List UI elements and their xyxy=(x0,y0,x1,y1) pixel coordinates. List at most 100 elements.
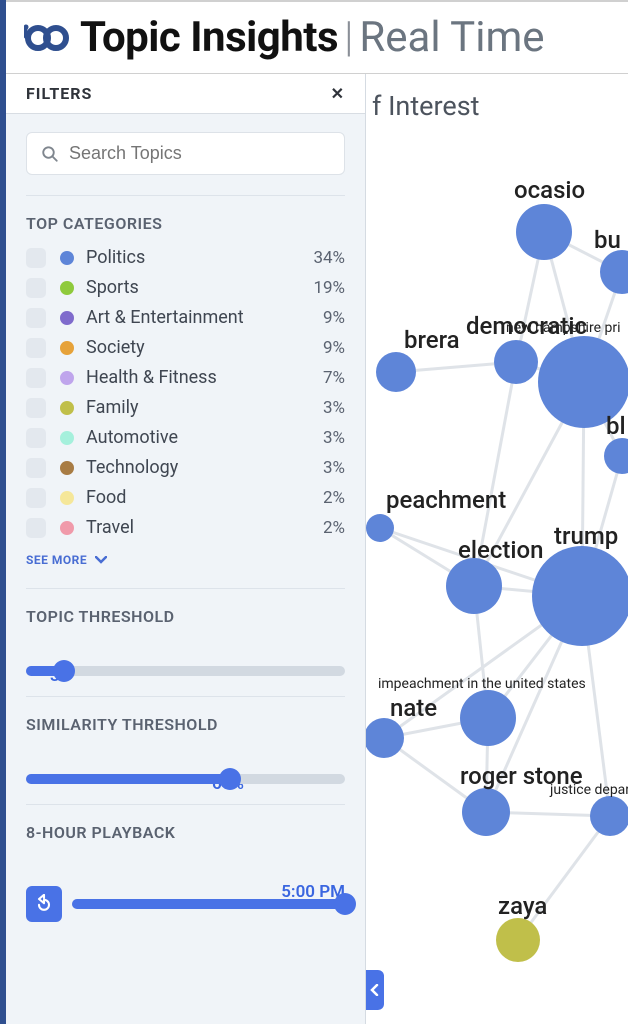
app-header: Topic Insights | Real Time xyxy=(6,0,628,74)
top-categories-label: TOP CATEGORIES xyxy=(26,214,345,233)
category-checkbox[interactable] xyxy=(26,398,46,418)
category-color-dot xyxy=(60,281,74,295)
category-row: Society 9% xyxy=(26,337,345,358)
graph-node-label: impeachment in the united states xyxy=(378,676,586,692)
topic-threshold-slider[interactable] xyxy=(26,666,345,676)
page-title: Topic Insights xyxy=(80,13,338,62)
category-checkbox[interactable] xyxy=(26,248,46,268)
chevron-left-icon xyxy=(370,984,380,996)
category-row: Art & Entertainment 9% xyxy=(26,307,345,328)
graph-node-label: peachment xyxy=(386,486,506,514)
title-separator: | xyxy=(344,13,353,62)
topic-graph[interactable]: f Interest ocasiobudemocraticbreranew ha… xyxy=(366,74,628,1024)
graph-node[interactable] xyxy=(366,514,394,542)
category-percent: 7% xyxy=(323,368,345,388)
search-icon xyxy=(41,145,59,163)
graph-node-label: bl xyxy=(606,412,626,440)
category-name: Art & Entertainment xyxy=(86,307,244,328)
search-topic-container[interactable] xyxy=(26,132,345,175)
graph-node[interactable] xyxy=(460,690,516,746)
category-row: Travel 2% xyxy=(26,517,345,538)
category-name: Food xyxy=(86,487,126,508)
close-icon[interactable]: ✕ xyxy=(331,84,345,103)
category-name: Automotive xyxy=(86,427,178,448)
category-checkbox[interactable] xyxy=(26,368,46,388)
see-more-button[interactable]: SEE MORE xyxy=(26,553,107,567)
category-name: Technology xyxy=(86,457,178,478)
graph-node-label: justice depart xyxy=(549,782,628,798)
category-color-dot xyxy=(60,251,74,265)
playback-label: 8-HOUR PLAYBACK xyxy=(26,823,345,842)
category-color-dot xyxy=(60,371,74,385)
graph-node[interactable] xyxy=(600,250,628,294)
category-percent: 3% xyxy=(323,428,345,448)
category-name: Politics xyxy=(86,247,145,268)
category-row: Sports 19% xyxy=(26,277,345,298)
category-percent: 3% xyxy=(323,458,345,478)
category-checkbox[interactable] xyxy=(26,428,46,448)
graph-node[interactable] xyxy=(516,204,572,260)
category-color-dot xyxy=(60,311,74,325)
page-subtitle: Real Time xyxy=(359,13,544,62)
graph-node-label: trump xyxy=(554,522,618,550)
category-percent: 3% xyxy=(323,398,345,418)
graph-edge xyxy=(518,816,610,940)
graph-node-label: zaya xyxy=(498,892,547,920)
filters-header: FILTERS ✕ xyxy=(6,74,365,114)
replay-icon xyxy=(34,894,54,914)
category-color-dot xyxy=(60,521,74,535)
graph-node-label: nate xyxy=(390,694,437,722)
graph-node[interactable] xyxy=(590,796,628,836)
search-input[interactable] xyxy=(69,143,330,164)
category-checkbox[interactable] xyxy=(26,458,46,478)
category-row: Health & Fitness 7% xyxy=(26,367,345,388)
category-checkbox[interactable] xyxy=(26,518,46,538)
category-color-dot xyxy=(60,461,74,475)
graph-node[interactable] xyxy=(366,718,404,758)
category-checkbox[interactable] xyxy=(26,278,46,298)
category-checkbox[interactable] xyxy=(26,488,46,508)
filters-sidebar: FILTERS ✕ TOP CATEGORIES Politics 34% Spor… xyxy=(6,74,366,1024)
category-percent: 34% xyxy=(313,248,345,268)
category-row: Family 3% xyxy=(26,397,345,418)
category-row: Automotive 3% xyxy=(26,427,345,448)
category-name: Travel xyxy=(86,517,134,538)
category-checkbox[interactable] xyxy=(26,338,46,358)
graph-node-label: election xyxy=(458,536,543,564)
similarity-threshold-slider[interactable] xyxy=(26,774,345,784)
similarity-threshold-label: SIMILARITY THRESHOLD xyxy=(26,715,345,734)
app-logo xyxy=(24,23,70,53)
topic-threshold-label: TOPIC THRESHOLD xyxy=(26,607,345,626)
graph-node-label: new hampshire pri xyxy=(506,320,620,336)
graph-node[interactable] xyxy=(604,438,628,474)
category-name: Sports xyxy=(86,277,139,298)
category-name: Society xyxy=(86,337,145,358)
category-color-dot xyxy=(60,431,74,445)
graph-node-label: ocasio xyxy=(514,176,585,204)
category-row: Politics 34% xyxy=(26,247,345,268)
category-percent: 9% xyxy=(323,308,345,328)
graph-node[interactable] xyxy=(494,340,538,384)
category-percent: 19% xyxy=(313,278,345,298)
graph-heading-fragment: f Interest xyxy=(372,90,479,122)
graph-node[interactable] xyxy=(532,546,628,646)
graph-node[interactable] xyxy=(496,918,540,962)
replay-button[interactable] xyxy=(26,886,62,922)
category-percent: 2% xyxy=(323,518,345,538)
playback-slider[interactable] xyxy=(72,899,345,909)
category-row: Food 2% xyxy=(26,487,345,508)
graph-node[interactable] xyxy=(376,352,416,392)
graph-node-label: brera xyxy=(404,326,460,354)
graph-node[interactable] xyxy=(462,788,510,836)
category-color-dot xyxy=(60,401,74,415)
graph-node[interactable] xyxy=(446,558,502,614)
graph-node-label: bu xyxy=(594,226,621,254)
filters-label: FILTERS xyxy=(26,84,92,103)
collapse-sidebar-button[interactable] xyxy=(366,970,384,1010)
category-checkbox[interactable] xyxy=(26,308,46,328)
category-color-dot xyxy=(60,341,74,355)
category-name: Health & Fitness xyxy=(86,367,217,388)
category-percent: 9% xyxy=(323,338,345,358)
category-name: Family xyxy=(86,397,139,418)
category-percent: 2% xyxy=(323,488,345,508)
